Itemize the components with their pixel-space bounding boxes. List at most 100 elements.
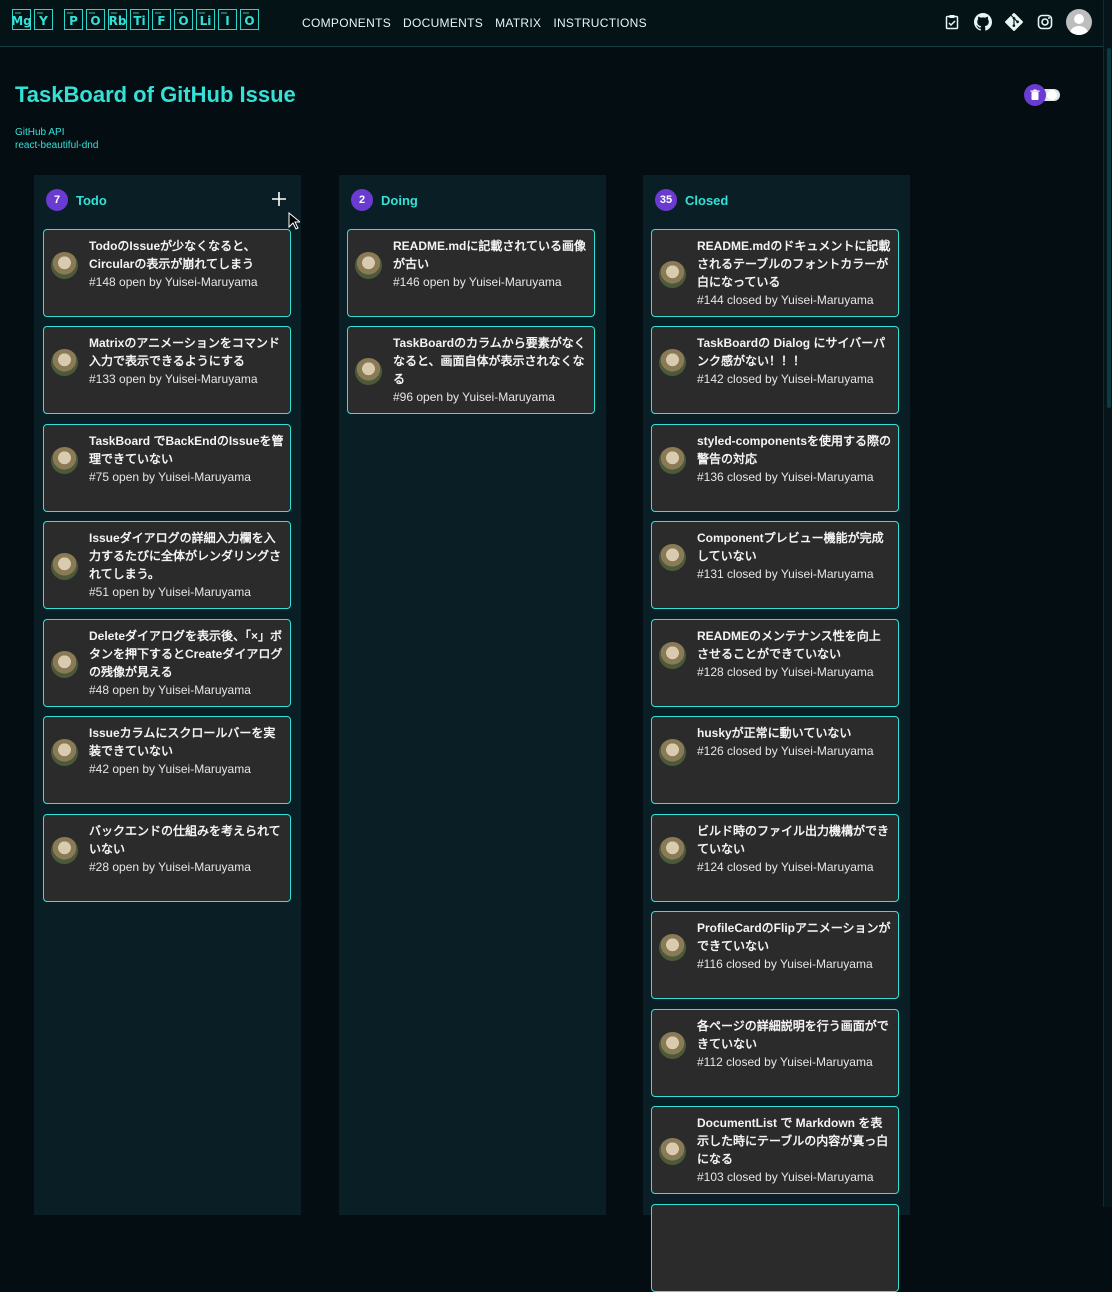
logo-tile: O: [240, 9, 259, 30]
tech-links: GitHub API react-beautiful-dnd: [15, 127, 98, 151]
logo-tile: O: [86, 9, 105, 30]
issue-card[interactable]: Matrixのアニメーションをコマンド入力で表示できるようにする #133 ope…: [43, 326, 291, 414]
github-api-link[interactable]: GitHub API: [15, 127, 98, 138]
issue-title: TaskBoard でBackEndのIssueを管理できていない #75 ope…: [89, 434, 284, 484]
toggle-dot: [1047, 90, 1057, 100]
issue-card[interactable]: Issueカラムにスクロールバーを実装できていない #42 open by Yui…: [43, 716, 291, 804]
issue-meta: #136 closed by Yuisei-Maruyama: [697, 470, 874, 484]
app-bar: Mg Y P O Rb Ti F O Li I O COMPONENTS DOC…: [0, 0, 1104, 47]
author-avatar: [51, 739, 78, 766]
issue-meta: #146 open by Yuisei-Maruyama: [393, 275, 562, 289]
issue-meta: #103 closed by Yuisei-Maruyama: [697, 1170, 874, 1184]
page-title: TaskBoard of GitHub Issue: [15, 82, 296, 107]
author-avatar: [659, 447, 686, 474]
main-nav: COMPONENTS DOCUMENTS MATRIX INSTRUCTIONS: [302, 16, 647, 30]
column-closed: 35 Closed README.mdのドキュメントに記載されるテーブルのフォン…: [643, 175, 910, 1292]
column-title: Todo: [76, 192, 107, 208]
issue-title: ビルド時のファイル出力機構ができていない #124 closed by Yuise…: [697, 822, 892, 876]
author-avatar: [659, 739, 686, 766]
issue-card[interactable]: Deleteダイアログを表示後、「×」ボタンを押下するとCreateダイアログの…: [43, 619, 291, 707]
issue-title: TodoのIssueが少なくなると、Circularの表示が崩れてしまう #148…: [89, 237, 284, 291]
author-avatar: [51, 553, 78, 580]
issue-card[interactable]: README.mdに記載されている画像が古い #146 open by Yuise…: [347, 229, 595, 317]
issue-title: TaskBoardのカラムから要素がなくなると、画面自体が表示されなくなる #96…: [393, 334, 588, 406]
author-avatar: [51, 349, 78, 376]
logo-tile: F: [152, 9, 171, 30]
issue-card[interactable]: Componentプレビュー機能が完成していない #131 closed by Y…: [651, 521, 899, 609]
column-doing: 2 Doing README.mdに記載されている画像が古い #146 open …: [339, 175, 606, 1215]
issue-title: huskyが正常に動いていない #126 closed by Yuisei-Mar…: [697, 724, 892, 760]
logo-tile: P: [64, 9, 83, 30]
column-header: 2 Doing: [351, 189, 418, 211]
author-avatar: [659, 1138, 686, 1165]
issue-card[interactable]: バックエンドの仕組みを考えられていない #28 open by Yuisei-Ma…: [43, 814, 291, 902]
issue-card[interactable]: styled-componentsを使用する際の警告の対応 #136 closed…: [651, 424, 899, 512]
issue-meta: #112 closed by Yuisei-Maruyama: [697, 1055, 873, 1069]
header-actions: [942, 9, 1092, 35]
issue-title: README.mdに記載されている画像が古い #146 open by Yuise…: [393, 237, 588, 291]
issue-card[interactable]: Issueダイアログの詳細入力欄を入力するたびに全体がレンダリングされてしまう。…: [43, 521, 291, 609]
git-icon[interactable]: [1004, 13, 1023, 32]
issue-card[interactable]: TaskBoardのカラムから要素がなくなると、画面自体が表示されなくなる #96…: [347, 326, 595, 414]
issue-card[interactable]: READMEのメンテナンス性を向上させることができていない #128 closed…: [651, 619, 899, 707]
issue-card[interactable]: 各ページの詳細説明を行う画面ができていない #112 closed by Yuis…: [651, 1009, 899, 1097]
issue-title: READMEのメンテナンス性を向上させることができていない #128 closed…: [697, 627, 892, 681]
issue-count-badge: 35: [655, 189, 677, 211]
issue-title: Issueカラムにスクロールバーを実装できていない #42 open by Yui…: [89, 724, 284, 778]
github-icon[interactable]: [973, 13, 992, 32]
issue-card[interactable]: [651, 1204, 899, 1292]
issue-card[interactable]: DocumentList で Markdown を表示した時にテーブルの内容が真…: [651, 1106, 899, 1194]
author-avatar: [355, 358, 382, 385]
column-title: Doing: [381, 192, 418, 208]
issue-card[interactable]: README.mdのドキュメントに記載されるテーブルのフォントカラーが白になって…: [651, 229, 899, 317]
logo-tile: O: [174, 9, 193, 30]
author-avatar: [659, 261, 686, 288]
issue-meta: #28 open by Yuisei-Maruyama: [89, 860, 251, 874]
issue-meta: #142 closed by Yuisei-Maruyama: [697, 372, 874, 386]
issue-meta: #144 closed by Yuisei-Maruyama: [697, 293, 874, 307]
nav-matrix[interactable]: MATRIX: [495, 16, 541, 30]
issue-count-badge: 2: [351, 189, 373, 211]
issue-card[interactable]: TaskBoard でBackEndのIssueを管理できていない #75 ope…: [43, 424, 291, 512]
issue-meta: #116 closed by Yuisei-Maruyama: [697, 957, 873, 971]
issue-title: DocumentList で Markdown を表示した時にテーブルの内容が真…: [697, 1114, 892, 1186]
issue-meta: #126 closed by Yuisei-Maruyama: [697, 744, 874, 758]
column-todo: 7 Todo TodoのIssueが少なくなると、Circularの表示が崩れて…: [34, 175, 301, 1215]
plus-icon: [272, 192, 286, 206]
nav-instructions[interactable]: INSTRUCTIONS: [553, 16, 647, 30]
add-issue-button[interactable]: [270, 191, 288, 209]
logo-tile: Li: [196, 9, 215, 30]
issue-meta: #48 open by Yuisei-Maruyama: [89, 683, 251, 697]
issue-title: Matrixのアニメーションをコマンド入力で表示できるようにする #133 ope…: [89, 334, 284, 388]
issue-title: バックエンドの仕組みを考えられていない #28 open by Yuisei-Ma…: [89, 822, 284, 876]
issue-title: ProfileCardのFlipアニメーションができていない #116 close…: [697, 921, 891, 971]
account-icon[interactable]: [1066, 9, 1092, 35]
issue-card[interactable]: ビルド時のファイル出力機構ができていない #124 closed by Yuise…: [651, 814, 899, 902]
nav-documents[interactable]: DOCUMENTS: [403, 16, 483, 30]
mouse-cursor-icon: [288, 211, 302, 235]
issue-title: Deleteダイアログを表示後、「×」ボタンを押下するとCreateダイアログの…: [89, 629, 283, 697]
logo-tile: Mg: [11, 9, 32, 30]
scrollbar-thumb[interactable]: [1107, 48, 1111, 408]
issue-meta: #148 open by Yuisei-Maruyama: [89, 275, 258, 289]
issue-card[interactable]: TodoのIssueが少なくなると、Circularの表示が崩れてしまう #148…: [43, 229, 291, 317]
issue-meta: #51 open by Yuisei-Maruyama: [89, 585, 251, 599]
issue-meta: #75 open by Yuisei-Maruyama: [89, 470, 251, 484]
issue-title: TaskBoardの Dialog にサイバーパンク感がない！！！ #142 cl…: [697, 334, 892, 388]
column-title: Closed: [685, 192, 729, 208]
author-avatar: [659, 1032, 686, 1059]
instagram-icon[interactable]: [1035, 13, 1054, 32]
task-icon[interactable]: [942, 13, 961, 32]
issue-card[interactable]: ProfileCardのFlipアニメーションができていない #116 close…: [651, 911, 899, 999]
logo-tile: Y: [34, 9, 53, 30]
author-avatar: [51, 651, 78, 678]
logo-tile: Ti: [130, 9, 149, 30]
portfolio-logo[interactable]: Mg Y P O Rb Ti F O Li I O: [11, 9, 259, 30]
nav-components[interactable]: COMPONENTS: [302, 16, 391, 30]
react-beautiful-dnd-link[interactable]: react-beautiful-dnd: [15, 140, 98, 151]
issue-title: README.mdのドキュメントに記載されるテーブルのフォントカラーが白になって…: [697, 239, 891, 307]
issue-card[interactable]: TaskBoardの Dialog にサイバーパンク感がない！！！ #142 cl…: [651, 326, 899, 414]
issue-meta: #131 closed by Yuisei-Maruyama: [697, 567, 874, 581]
delete-mode-toggle[interactable]: [1024, 84, 1062, 106]
issue-card[interactable]: huskyが正常に動いていない #126 closed by Yuisei-Mar…: [651, 716, 899, 804]
